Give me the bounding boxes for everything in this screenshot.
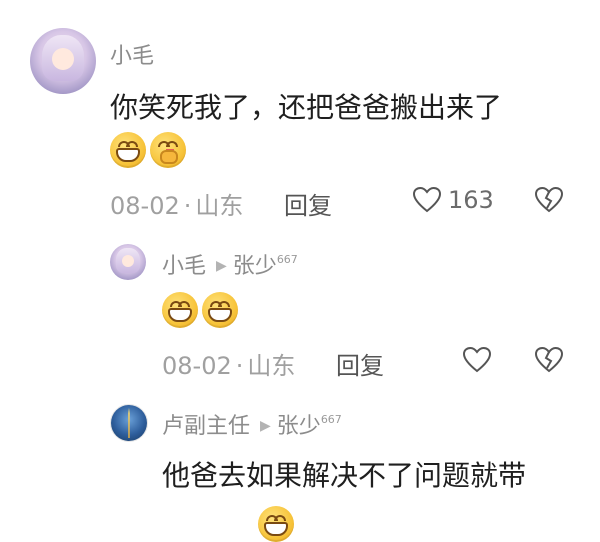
avatar[interactable]: [30, 28, 96, 94]
reply-text: 他爸去如果解决不了问题就带: [162, 459, 527, 492]
reply-emojis-partial: [258, 506, 294, 542]
separator: ·: [183, 192, 192, 220]
heart-icon: [412, 186, 442, 213]
comment-text: 你笑死我了，还把爸爸搬出来了: [110, 91, 503, 124]
avatar[interactable]: [110, 404, 148, 442]
like-button[interactable]: 163: [412, 186, 494, 214]
reply-header: 小毛 ▶ 张少667: [162, 248, 298, 280]
caret-right-icon: ▶: [260, 418, 271, 434]
separator: ·: [235, 352, 244, 380]
reply-username[interactable]: 小毛: [162, 254, 206, 279]
user-badge: 667: [320, 413, 342, 426]
comment-meta: 08-02 · 山东: [110, 186, 243, 221]
avatar[interactable]: [110, 244, 146, 280]
grin-emoji: [202, 292, 238, 328]
broken-heart-icon[interactable]: [534, 346, 564, 374]
comment-username[interactable]: 小毛: [110, 38, 154, 70]
reply-to-username[interactable]: 张少: [277, 414, 321, 439]
grin-emoji: [258, 506, 294, 542]
reply-emojis: [162, 292, 238, 328]
reply-location: 山东: [247, 352, 296, 380]
reply-header: 卢副主任 ▶ 张少667: [162, 408, 342, 440]
broken-heart-icon[interactable]: [534, 186, 564, 214]
reply-meta: 08-02 · 山东: [162, 346, 295, 381]
reply-username[interactable]: 卢副主任: [162, 414, 250, 439]
comment-location: 山东: [195, 192, 244, 220]
caret-right-icon: ▶: [216, 258, 227, 274]
grin-emoji: [162, 292, 198, 328]
reply-button[interactable]: 回复: [336, 346, 384, 381]
reply-date: 08-02: [162, 352, 232, 380]
grin-emoji: [110, 132, 146, 168]
heart-icon[interactable]: [462, 346, 492, 374]
user-badge: 667: [276, 253, 298, 266]
thinking-emoji: [150, 132, 186, 168]
reply-to-username[interactable]: 张少: [233, 254, 277, 279]
comment-emojis: [110, 132, 186, 168]
comment-date: 08-02: [110, 192, 180, 220]
reply-button[interactable]: 回复: [284, 186, 332, 221]
like-count: 163: [448, 186, 494, 214]
